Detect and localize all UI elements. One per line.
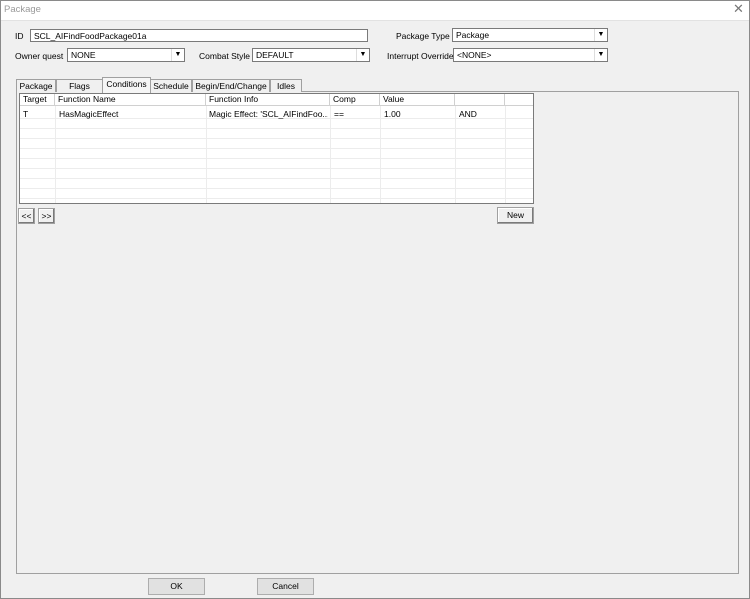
grid-line (455, 106, 456, 203)
interrupt-override-value: <NONE> (457, 50, 492, 60)
column-header-target[interactable]: Target (20, 94, 55, 106)
tab-package[interactable]: Package (16, 79, 56, 92)
combat-style-label: Combat Style (199, 51, 251, 61)
new-condition-button[interactable]: New (497, 207, 534, 224)
chevron-down-icon: ▼ (171, 49, 184, 61)
cell-value: 1.00 (384, 109, 401, 119)
cell-function-info: Magic Effect: 'SCL_AIFindFoo... (209, 109, 328, 119)
grid-line (206, 106, 207, 203)
combat-style-value: DEFAULT (256, 50, 294, 60)
tab-flags[interactable]: Flags (56, 79, 103, 92)
grid-line (20, 128, 533, 129)
cell-target: T (23, 109, 29, 119)
grid-line (20, 198, 533, 199)
grid-line (20, 158, 533, 159)
grid-line (20, 148, 533, 149)
interrupt-override-select[interactable]: <NONE> ▼ (453, 48, 608, 62)
column-header-value[interactable]: Value (380, 94, 455, 106)
cancel-button[interactable]: Cancel (257, 578, 314, 595)
grid-line (20, 188, 533, 189)
tab-conditions[interactable]: Conditions (102, 77, 151, 93)
column-header-extra[interactable] (505, 94, 533, 106)
column-header-operator[interactable] (455, 94, 505, 106)
chevron-down-icon: ▼ (594, 49, 607, 61)
grid-line (330, 106, 331, 203)
package-type-label: Package Type (396, 31, 450, 41)
id-field[interactable]: SCL_AIFindFoodPackage01a (30, 29, 368, 42)
close-icon[interactable]: ✕ (733, 1, 744, 17)
package-type-value: Package (456, 30, 490, 40)
column-header-function-info[interactable]: Function Info (206, 94, 330, 106)
id-label: ID (15, 31, 24, 41)
cell-function-name: HasMagicEffect (59, 109, 119, 119)
chevron-down-icon: ▼ (356, 49, 369, 61)
grid-line (380, 106, 381, 203)
grid-line (505, 106, 506, 203)
owner-quest-label: Owner quest (15, 51, 64, 61)
combat-style-select[interactable]: DEFAULT ▼ (252, 48, 370, 62)
grid-line (20, 168, 533, 169)
conditions-table[interactable]: Target Function Name Function Info Comp … (19, 93, 534, 204)
chevron-down-icon: ▼ (594, 29, 607, 41)
cell-operator: AND (459, 109, 477, 119)
window-title: Package (4, 4, 41, 15)
tab-begin-end-change[interactable]: Begin/End/Change (192, 79, 270, 92)
ok-button[interactable]: OK (148, 578, 205, 595)
column-header-function-name[interactable]: Function Name (55, 94, 206, 106)
column-header-comp[interactable]: Comp (330, 94, 380, 106)
grid-line (55, 106, 56, 203)
package-type-select[interactable]: Package ▼ (452, 28, 608, 42)
interrupt-override-label: Interrupt Override (387, 51, 454, 61)
cell-comp: == (334, 109, 344, 119)
owner-quest-value: NONE (71, 50, 96, 60)
tab-idles[interactable]: Idles (270, 79, 302, 92)
move-down-button[interactable]: >> (38, 208, 55, 224)
owner-quest-select[interactable]: NONE ▼ (67, 48, 185, 62)
tab-schedule[interactable]: Schedule (150, 79, 192, 92)
title-bar: Package ✕ (0, 0, 750, 21)
move-up-button[interactable]: << (18, 208, 35, 224)
grid-line (20, 178, 533, 179)
grid-line (20, 138, 533, 139)
